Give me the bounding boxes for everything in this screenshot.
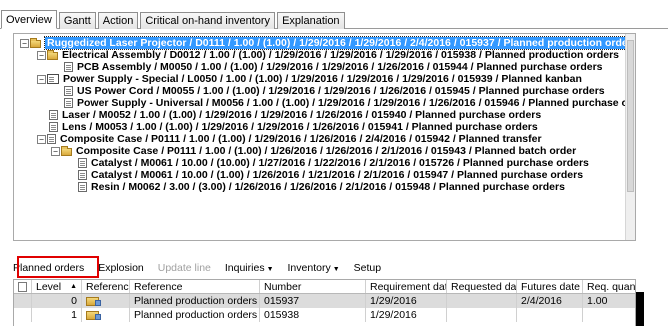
- tree-node-power-supply-special[interactable]: − Power Supply - Special / L0050 / 1.00 …: [14, 73, 625, 85]
- column-header-req-quantity[interactable]: Req. quant: [583, 280, 635, 293]
- table-row[interactable]: 0 Planned production orders 015937 1/29/…: [14, 294, 635, 308]
- inventory-menu-button[interactable]: Inventory ▼: [288, 262, 340, 274]
- checkbox-icon: [18, 281, 27, 292]
- tree-node-electrical-assembly[interactable]: − Electrical Assembly / D0012 / 1.00 / (…: [14, 49, 625, 61]
- column-header-level[interactable]: Level ▲: [32, 280, 82, 293]
- tree-node-composite-case-batch[interactable]: − Composite Case / P0111 / 1.00 / (1.00)…: [14, 145, 625, 157]
- pegging-tree-panel[interactable]: − Ruggedized Laser Projector / D0111 / 1…: [13, 33, 636, 241]
- dropdown-caret-icon: ▼: [332, 266, 340, 273]
- collapse-toggle-icon[interactable]: −: [37, 50, 46, 60]
- quantity-cell: [583, 308, 635, 322]
- tab-overview[interactable]: Overview: [1, 10, 57, 29]
- tab-critical-on-hand-inventory[interactable]: Critical on-hand inventory: [140, 12, 276, 29]
- column-header-requested-date[interactable]: Requested date: [447, 280, 517, 293]
- requested-date-cell: [447, 308, 517, 322]
- tree-node-ruggedized-laser-projector[interactable]: − Ruggedized Laser Projector / D0111 / 1…: [14, 36, 635, 50]
- tree-vertical-scrollbar[interactable]: [625, 34, 635, 240]
- purchase-order-document-icon: [64, 98, 73, 108]
- batch-order-folder-icon: [61, 146, 72, 156]
- production-order-icon: [86, 310, 101, 320]
- select-all-checkbox[interactable]: [14, 280, 32, 293]
- column-header-requirement-date[interactable]: Requirement date: [366, 280, 447, 293]
- planned-orders-highlight-box: [17, 256, 99, 278]
- level-cell: 1: [32, 308, 82, 322]
- column-header-futures-date[interactable]: Futures date: [517, 280, 583, 293]
- purchase-order-document-icon: [64, 86, 73, 96]
- tree-node-pcb-assembly[interactable]: PCB Assembly / M0050 / 1.00 / (1.00) / 1…: [14, 61, 625, 73]
- grid-header-row: Level ▲ Reference Reference Number Requir…: [14, 280, 635, 294]
- reference-cell: Planned production orders: [130, 308, 260, 322]
- kanban-icon: [47, 74, 59, 84]
- sort-ascending-icon: ▲: [70, 283, 77, 290]
- tree-node-lens[interactable]: Lens / M0053 / 1.00 / (1.00) / 1/29/2016…: [14, 121, 625, 133]
- level-cell: 0: [32, 294, 82, 308]
- update-line-button[interactable]: Update line: [158, 262, 211, 274]
- pegging-tree: − Ruggedized Laser Projector / D0111 / 1…: [14, 36, 635, 193]
- column-header-number[interactable]: Number: [260, 280, 366, 293]
- pegging-grid: Level ▲ Reference Reference Number Requir…: [13, 279, 636, 326]
- explosion-button[interactable]: Explosion: [98, 262, 144, 274]
- column-header-reference-icon[interactable]: Reference: [82, 280, 130, 293]
- tree-node-catalyst-015726[interactable]: Catalyst / M0061 / 10.00 / (10.00) / 1/2…: [14, 157, 625, 169]
- number-cell: 015938: [260, 308, 366, 322]
- inquiries-menu-button[interactable]: Inquiries ▼: [225, 262, 274, 274]
- purchase-order-document-icon: [49, 122, 58, 132]
- tree-node-laser[interactable]: Laser / M0052 / 1.00 / (1.00) / 1/29/201…: [14, 109, 625, 121]
- requirement-date-cell: 1/29/2016: [366, 294, 447, 308]
- collapse-toggle-icon[interactable]: −: [51, 146, 60, 156]
- quantity-cell: 1.00: [587, 295, 608, 307]
- requested-date-cell: [447, 294, 517, 308]
- tab-gantt[interactable]: Gantt: [58, 12, 96, 29]
- collapse-toggle-icon[interactable]: −: [37, 134, 46, 144]
- tab-explanation[interactable]: Explanation: [277, 12, 345, 29]
- purchase-order-document-icon: [78, 182, 87, 192]
- tree-node-power-supply-universal[interactable]: Power Supply - Universal / M0056 / 1.00 …: [14, 97, 635, 109]
- tree-node-us-power-cord[interactable]: US Power Cord / M0055 / 1.00 / (1.00) / …: [14, 85, 625, 97]
- requirement-date-cell: 1/29/2016: [366, 308, 447, 322]
- collapse-toggle-icon[interactable]: −: [37, 74, 46, 84]
- tree-node-resin[interactable]: Resin / M0062 / 3.00 / (3.00) / 1/26/201…: [14, 181, 625, 193]
- purchase-order-document-icon: [64, 62, 73, 72]
- transfer-order-document-icon: [47, 134, 56, 144]
- purchase-order-document-icon: [78, 158, 87, 168]
- production-order-icon: [86, 296, 101, 306]
- futures-date-cell: 2/4/2016: [517, 294, 583, 308]
- tab-action[interactable]: Action: [97, 12, 139, 29]
- table-row[interactable]: 1 Planned production orders 015938 1/29/…: [14, 308, 635, 322]
- futures-date-cell: [517, 308, 583, 322]
- column-header-reference[interactable]: Reference: [130, 280, 260, 293]
- dropdown-caret-icon: ▼: [266, 266, 274, 273]
- setup-button[interactable]: Setup: [354, 262, 381, 274]
- tab-strip: Overview Gantt Action Critical on-hand i…: [0, 10, 668, 29]
- tree-node-catalyst-015947[interactable]: Catalyst / M0061 / 10.00 / (1.00) / 1/26…: [14, 169, 625, 181]
- number-cell: 015937: [260, 294, 366, 308]
- reference-cell: Planned production orders: [130, 294, 260, 308]
- production-order-folder-icon: [47, 50, 58, 60]
- collapse-toggle-icon[interactable]: −: [20, 38, 29, 48]
- grid-scrollbar[interactable]: [636, 292, 644, 326]
- purchase-order-document-icon: [49, 110, 58, 120]
- purchase-order-document-icon: [78, 170, 87, 180]
- tree-node-composite-case-transfer[interactable]: − Composite Case / P0111 / 1.00 / (1.00)…: [14, 133, 625, 145]
- production-order-folder-icon: [30, 38, 41, 48]
